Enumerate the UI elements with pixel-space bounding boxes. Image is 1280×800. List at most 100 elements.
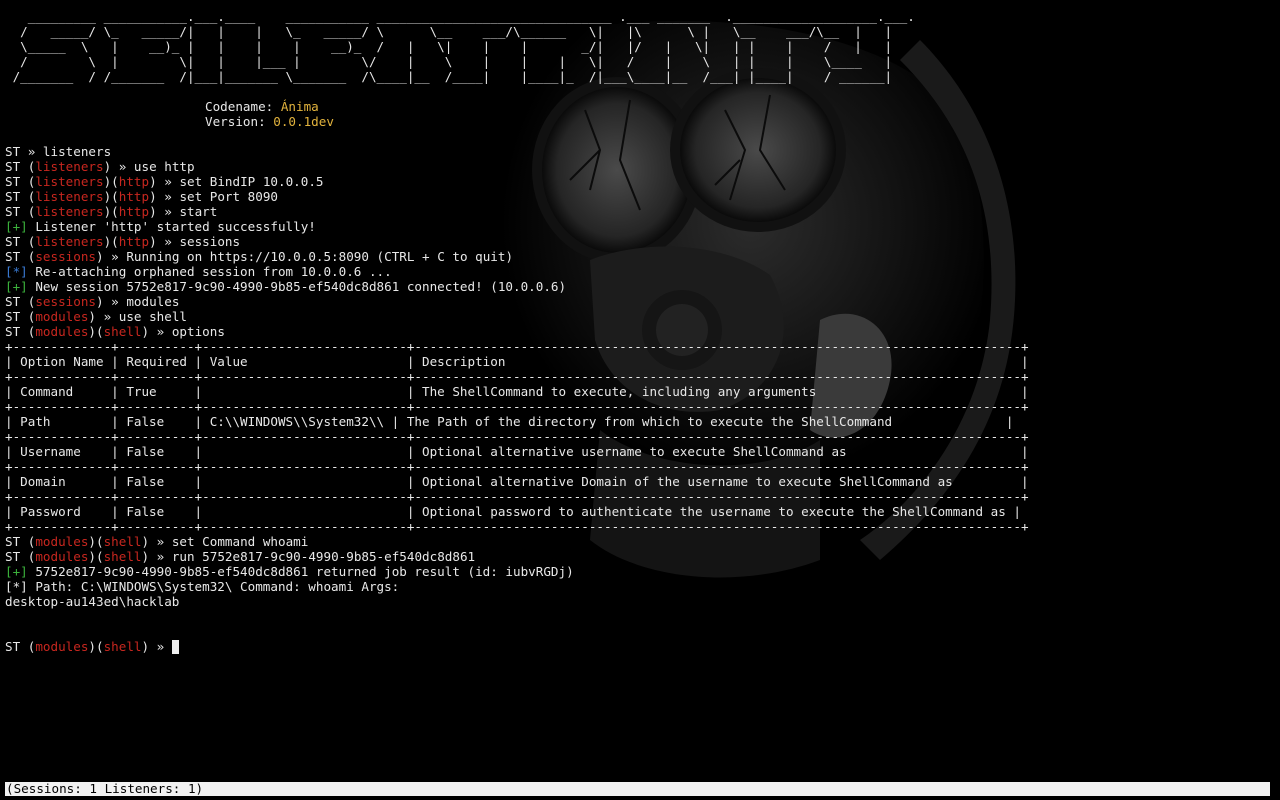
codename-label: Codename: [205, 99, 281, 114]
banner-line: / _____/ \_ _____/| | | \_ _____/ \ \__ … [5, 24, 893, 39]
output-line: ST (listeners)(http) » set BindIP 10.0.0… [5, 174, 1275, 189]
output-segment: ST ( [5, 639, 36, 654]
output-segment: modules [35, 549, 89, 564]
output-segment: ) » set Command whoami [141, 534, 309, 549]
output-line: | Username | False | | Optional alternat… [5, 444, 1275, 459]
output-segment: listeners [35, 189, 104, 204]
output-segment: ST ( [5, 309, 36, 324]
output-line: | Option Name | Required | Value | Descr… [5, 354, 1275, 369]
output-segment: ) » Running on https://10.0.0.5:8090 (CT… [96, 249, 514, 264]
command-prompt[interactable]: ST (modules)(shell) » [5, 639, 1275, 654]
output-segment: ST ( [5, 234, 36, 249]
output-segment: )( [103, 204, 119, 219]
banner-line: _________ ___________.___.____ _________… [5, 9, 915, 24]
output-segment: ST ( [5, 204, 36, 219]
output-segment: listeners [35, 204, 104, 219]
output-segment: ST ( [5, 534, 36, 549]
output-segment: ) » run 5752e817-9c90-4990-9b85-ef540dc8… [141, 549, 476, 564]
output-segment: desktop-au143ed\hacklab [5, 594, 180, 609]
output-line: +-------------+----------+--------------… [5, 489, 1275, 504]
output-segment: ) » use http [103, 159, 195, 174]
output-segment: +-------------+----------+--------------… [5, 459, 1029, 474]
output-segment: modules [35, 639, 89, 654]
output-segment: ST ( [5, 174, 36, 189]
output-segment: http [118, 204, 150, 219]
output-segment: listeners [35, 234, 104, 249]
version-value: 0.0.1dev [273, 114, 334, 129]
output-segment: ST ( [5, 324, 36, 339]
output-segment: ) » options [141, 324, 225, 339]
output-line: ST (sessions) » Running on https://10.0.… [5, 249, 1275, 264]
command-history: ST » listeners ST (listeners) » use http S… [5, 144, 1275, 639]
output-line: | Path | False | C:\\WINDOWS\\System32\\… [5, 414, 1275, 429]
output-line: ST (sessions) » modules [5, 294, 1275, 309]
output-segment: | Password | False | | Optional password… [5, 504, 1021, 519]
output-line: ST (modules) » use shell [5, 309, 1275, 324]
output-segment: [*] [5, 264, 28, 279]
output-line: ST (modules)(shell) » set Command whoami [5, 534, 1275, 549]
output-segment: listeners [35, 159, 104, 174]
output-segment: [+] [5, 564, 28, 579]
version-line: Version: 0.0.1dev [5, 114, 1275, 129]
output-segment: | Username | False | | Optional alternat… [5, 444, 1029, 459]
output-segment: +-------------+----------+--------------… [5, 399, 1029, 414]
output-segment: +-------------+----------+--------------… [5, 489, 1029, 504]
output-segment: ST ( [5, 159, 36, 174]
output-segment: New session 5752e817-9c90-4990-9b85-ef54… [27, 279, 567, 294]
output-segment: http [118, 189, 150, 204]
output-line: [+] Listener 'http' started successfully… [5, 219, 1275, 234]
output-segment: | Path | False | C:\\WINDOWS\\System32\\… [5, 414, 1014, 429]
output-segment: ST ( [5, 189, 36, 204]
output-line: [+] New session 5752e817-9c90-4990-9b85-… [5, 279, 1275, 294]
output-segment: ) » use shell [88, 309, 187, 324]
output-line: [+] 5752e817-9c90-4990-9b85-ef540dc8d861… [5, 564, 1275, 579]
output-segment: | Option Name | Required | Value | Descr… [5, 354, 1029, 369]
output-segment: ST ( [5, 549, 36, 564]
terminal-output: _________ ___________.___.____ _________… [5, 9, 1275, 654]
banner-line: \_____ \ | __)_ | | | | __)_ / | \| | | … [5, 39, 893, 54]
output-segment: +-------------+----------+--------------… [5, 369, 1029, 384]
output-line: ST (modules)(shell) » options [5, 324, 1275, 339]
output-segment: ) » set BindIP 10.0.0.5 [149, 174, 324, 189]
output-segment: )( [103, 174, 119, 189]
output-segment: modules [35, 324, 89, 339]
output-segment: modules [35, 534, 89, 549]
output-segment: ) » [141, 639, 172, 654]
output-segment: [+] [5, 279, 28, 294]
output-segment: 5752e817-9c90-4990-9b85-ef540dc8d861 ret… [27, 564, 574, 579]
text-cursor[interactable] [171, 640, 179, 654]
output-line: [*] Re-attaching orphaned session from 1… [5, 264, 1275, 279]
output-line: ST (listeners)(http) » set Port 8090 [5, 189, 1275, 204]
output-segment: listeners [35, 174, 104, 189]
output-segment: ) » sessions [149, 234, 241, 249]
output-segment: )( [88, 549, 104, 564]
output-line: +-------------+----------+--------------… [5, 519, 1275, 534]
ascii-banner: _________ ___________.___.____ _________… [5, 9, 1275, 84]
output-segment: )( [88, 639, 104, 654]
output-segment: [+] [5, 219, 28, 234]
output-segment: shell [103, 639, 142, 654]
output-line: desktop-au143ed\hacklab [5, 594, 1275, 609]
output-line: [*] Path: C:\WINDOWS\System32\ Command: … [5, 579, 1275, 594]
output-segment: )( [88, 324, 104, 339]
output-segment: shell [103, 324, 142, 339]
output-line: | Domain | False | | Optional alternativ… [5, 474, 1275, 489]
output-line: +-------------+----------+--------------… [5, 459, 1275, 474]
output-segment: ST ( [5, 294, 36, 309]
banner-line: /_______ / /_______ /|___|_______ \_____… [5, 69, 893, 84]
banner-line: / \ | \| | |___ | \/ | \ | | | \| / | \ … [5, 54, 893, 69]
output-segment: ST ( [5, 249, 36, 264]
output-segment: ) » start [149, 204, 218, 219]
output-line: ST » listeners [5, 144, 1275, 159]
output-line: ST (modules)(shell) » run 5752e817-9c90-… [5, 549, 1275, 564]
output-segment: )( [103, 234, 119, 249]
codename-value: Ánima [280, 99, 319, 114]
output-segment: ) » modules [96, 294, 180, 309]
status-bar: (Sessions: 1 Listeners: 1) [5, 782, 1270, 796]
output-segment: Re-attaching orphaned session from 10.0.… [27, 264, 392, 279]
output-segment: )( [88, 534, 104, 549]
output-line: ST (listeners)(http) » start [5, 204, 1275, 219]
output-line: ST (listeners)(http) » sessions [5, 234, 1275, 249]
